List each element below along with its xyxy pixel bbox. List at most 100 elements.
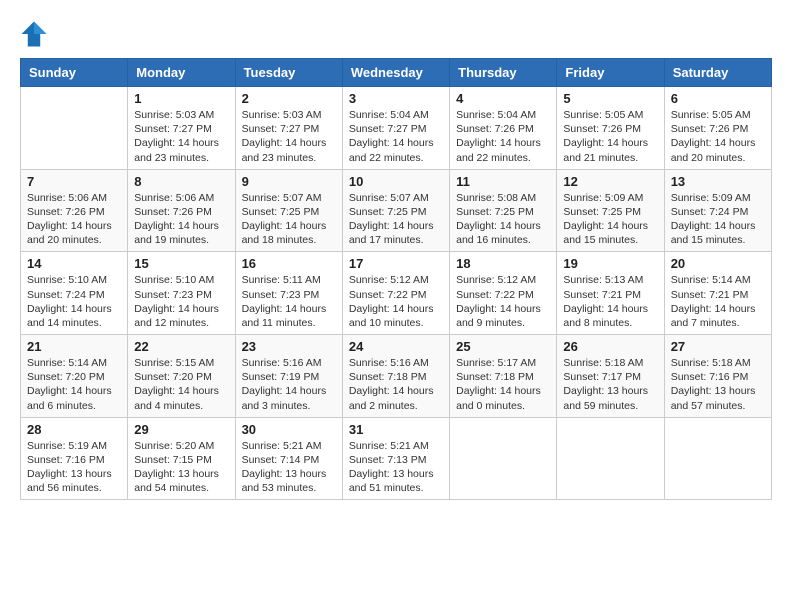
day-of-week-header: Tuesday: [235, 59, 342, 87]
day-number: 25: [456, 339, 550, 354]
calendar-cell: 7 Sunrise: 5:06 AM Sunset: 7:26 PM Daylig…: [21, 169, 128, 252]
calendar-header: SundayMondayTuesdayWednesdayThursdayFrid…: [21, 59, 772, 87]
day-number: 13: [671, 174, 765, 189]
calendar-cell: [664, 417, 771, 500]
calendar-cell: 19Sunrise: 5:13 AM Sunset: 7:21 PM Dayli…: [557, 252, 664, 335]
calendar-week-row: 7 Sunrise: 5:06 AM Sunset: 7:26 PM Daylig…: [21, 169, 772, 252]
day-info: Sunrise: 5:17 AM Sunset: 7:18 PM Dayligh…: [456, 356, 550, 413]
day-of-week-header: Friday: [557, 59, 664, 87]
logo-icon: [20, 20, 48, 48]
day-info: Sunrise: 5:12 AM Sunset: 7:22 PM Dayligh…: [349, 273, 443, 330]
calendar-cell: 25 Sunrise: 5:17 AM Sunset: 7:18 PM Dayli…: [450, 335, 557, 418]
day-number: 9: [242, 174, 336, 189]
calendar-week-row: 21 Sunrise: 5:14 AM Sunset: 7:20 PM Dayli…: [21, 335, 772, 418]
calendar-cell: 16 Sunrise: 5:11 AM Sunset: 7:23 PM Dayli…: [235, 252, 342, 335]
calendar-cell: [21, 87, 128, 170]
calendar-cell: [450, 417, 557, 500]
day-number: 10: [349, 174, 443, 189]
day-info: Sunrise: 5:18 AM Sunset: 7:17 PM Dayligh…: [563, 356, 657, 413]
day-number: 16: [242, 256, 336, 271]
day-info: Sunrise: 5:10 AM Sunset: 7:23 PM Dayligh…: [134, 273, 228, 330]
calendar-cell: 23 Sunrise: 5:16 AM Sunset: 7:19 PM Dayli…: [235, 335, 342, 418]
calendar-week-row: 1 Sunrise: 5:03 AM Sunset: 7:27 PM Daylig…: [21, 87, 772, 170]
day-info: Sunrise: 5:03 AM Sunset: 7:27 PM Dayligh…: [242, 108, 336, 165]
day-number: 5: [563, 91, 657, 106]
day-number: 4: [456, 91, 550, 106]
day-number: 1: [134, 91, 228, 106]
calendar-cell: 29Sunrise: 5:20 AM Sunset: 7:15 PM Dayli…: [128, 417, 235, 500]
calendar-cell: 28Sunrise: 5:19 AM Sunset: 7:16 PM Dayli…: [21, 417, 128, 500]
day-info: Sunrise: 5:11 AM Sunset: 7:23 PM Dayligh…: [242, 273, 336, 330]
page-header: [20, 20, 772, 48]
day-number: 7: [27, 174, 121, 189]
calendar-cell: 20 Sunrise: 5:14 AM Sunset: 7:21 PM Dayli…: [664, 252, 771, 335]
day-info: Sunrise: 5:05 AM Sunset: 7:26 PM Dayligh…: [563, 108, 657, 165]
calendar-cell: 2 Sunrise: 5:03 AM Sunset: 7:27 PM Daylig…: [235, 87, 342, 170]
calendar-cell: 4 Sunrise: 5:04 AM Sunset: 7:26 PM Daylig…: [450, 87, 557, 170]
calendar-cell: 5 Sunrise: 5:05 AM Sunset: 7:26 PM Daylig…: [557, 87, 664, 170]
day-info: Sunrise: 5:07 AM Sunset: 7:25 PM Dayligh…: [242, 191, 336, 248]
day-number: 11: [456, 174, 550, 189]
day-info: Sunrise: 5:18 AM Sunset: 7:16 PM Dayligh…: [671, 356, 765, 413]
day-number: 2: [242, 91, 336, 106]
calendar-cell: 26 Sunrise: 5:18 AM Sunset: 7:17 PM Dayli…: [557, 335, 664, 418]
day-number: 12: [563, 174, 657, 189]
calendar-cell: 1 Sunrise: 5:03 AM Sunset: 7:27 PM Daylig…: [128, 87, 235, 170]
day-info: Sunrise: 5:16 AM Sunset: 7:19 PM Dayligh…: [242, 356, 336, 413]
day-info: Sunrise: 5:06 AM Sunset: 7:26 PM Dayligh…: [27, 191, 121, 248]
day-number: 18: [456, 256, 550, 271]
day-number: 3: [349, 91, 443, 106]
calendar-cell: 21 Sunrise: 5:14 AM Sunset: 7:20 PM Dayli…: [21, 335, 128, 418]
calendar-cell: 31 Sunrise: 5:21 AM Sunset: 7:13 PM Dayli…: [342, 417, 449, 500]
calendar-cell: 13 Sunrise: 5:09 AM Sunset: 7:24 PM Dayli…: [664, 169, 771, 252]
header-row: SundayMondayTuesdayWednesdayThursdayFrid…: [21, 59, 772, 87]
calendar-cell: 18 Sunrise: 5:12 AM Sunset: 7:22 PM Dayli…: [450, 252, 557, 335]
day-number: 31: [349, 422, 443, 437]
day-info: Sunrise: 5:10 AM Sunset: 7:24 PM Dayligh…: [27, 273, 121, 330]
day-info: Sunrise: 5:15 AM Sunset: 7:20 PM Dayligh…: [134, 356, 228, 413]
day-number: 17: [349, 256, 443, 271]
calendar-body: 1 Sunrise: 5:03 AM Sunset: 7:27 PM Daylig…: [21, 87, 772, 500]
day-info: Sunrise: 5:12 AM Sunset: 7:22 PM Dayligh…: [456, 273, 550, 330]
logo: [20, 20, 52, 48]
calendar-cell: [557, 417, 664, 500]
calendar-cell: 14 Sunrise: 5:10 AM Sunset: 7:24 PM Dayli…: [21, 252, 128, 335]
day-number: 6: [671, 91, 765, 106]
calendar-cell: 15 Sunrise: 5:10 AM Sunset: 7:23 PM Dayli…: [128, 252, 235, 335]
day-info: Sunrise: 5:14 AM Sunset: 7:20 PM Dayligh…: [27, 356, 121, 413]
calendar-cell: 6 Sunrise: 5:05 AM Sunset: 7:26 PM Daylig…: [664, 87, 771, 170]
day-info: Sunrise: 5:19 AM Sunset: 7:16 PM Dayligh…: [27, 439, 121, 496]
day-info: Sunrise: 5:13 AM Sunset: 7:21 PM Dayligh…: [563, 273, 657, 330]
day-info: Sunrise: 5:20 AM Sunset: 7:15 PM Dayligh…: [134, 439, 228, 496]
day-number: 14: [27, 256, 121, 271]
day-number: 15: [134, 256, 228, 271]
day-number: 21: [27, 339, 121, 354]
day-info: Sunrise: 5:07 AM Sunset: 7:25 PM Dayligh…: [349, 191, 443, 248]
day-number: 24: [349, 339, 443, 354]
day-number: 22: [134, 339, 228, 354]
day-info: Sunrise: 5:21 AM Sunset: 7:14 PM Dayligh…: [242, 439, 336, 496]
day-number: 20: [671, 256, 765, 271]
calendar-cell: 17 Sunrise: 5:12 AM Sunset: 7:22 PM Dayli…: [342, 252, 449, 335]
day-info: Sunrise: 5:05 AM Sunset: 7:26 PM Dayligh…: [671, 108, 765, 165]
day-info: Sunrise: 5:14 AM Sunset: 7:21 PM Dayligh…: [671, 273, 765, 330]
day-number: 30: [242, 422, 336, 437]
day-of-week-header: Sunday: [21, 59, 128, 87]
calendar-cell: 3Sunrise: 5:04 AM Sunset: 7:27 PM Daylig…: [342, 87, 449, 170]
day-number: 26: [563, 339, 657, 354]
day-info: Sunrise: 5:03 AM Sunset: 7:27 PM Dayligh…: [134, 108, 228, 165]
day-info: Sunrise: 5:08 AM Sunset: 7:25 PM Dayligh…: [456, 191, 550, 248]
day-of-week-header: Thursday: [450, 59, 557, 87]
day-info: Sunrise: 5:09 AM Sunset: 7:24 PM Dayligh…: [671, 191, 765, 248]
calendar-week-row: 14 Sunrise: 5:10 AM Sunset: 7:24 PM Dayli…: [21, 252, 772, 335]
day-info: Sunrise: 5:21 AM Sunset: 7:13 PM Dayligh…: [349, 439, 443, 496]
day-number: 23: [242, 339, 336, 354]
day-info: Sunrise: 5:04 AM Sunset: 7:26 PM Dayligh…: [456, 108, 550, 165]
day-number: 8: [134, 174, 228, 189]
calendar-week-row: 28Sunrise: 5:19 AM Sunset: 7:16 PM Dayli…: [21, 417, 772, 500]
day-info: Sunrise: 5:06 AM Sunset: 7:26 PM Dayligh…: [134, 191, 228, 248]
calendar-table: SundayMondayTuesdayWednesdayThursdayFrid…: [20, 58, 772, 500]
day-of-week-header: Wednesday: [342, 59, 449, 87]
day-number: 27: [671, 339, 765, 354]
calendar-cell: 30 Sunrise: 5:21 AM Sunset: 7:14 PM Dayli…: [235, 417, 342, 500]
